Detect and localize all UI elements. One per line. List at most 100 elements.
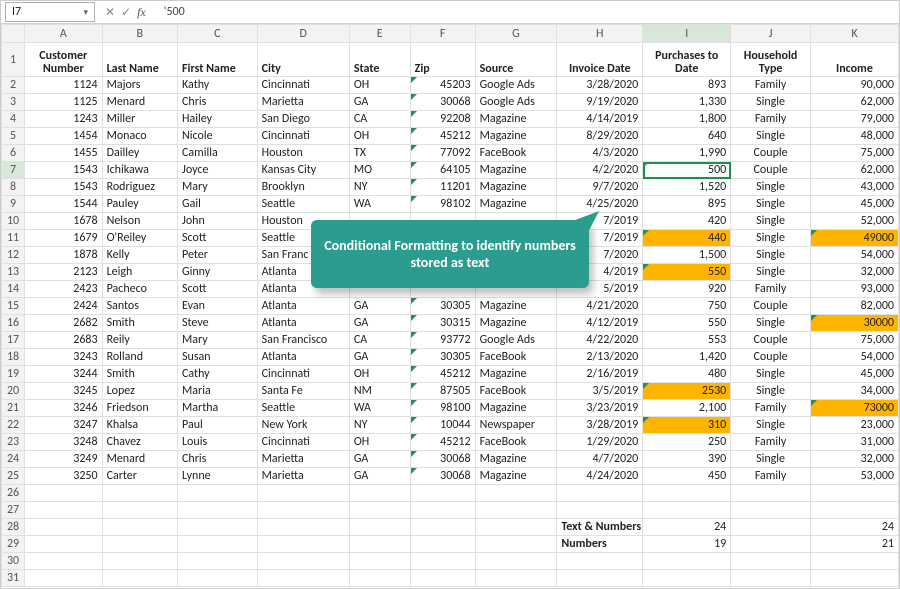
- cell[interactable]: 30068: [410, 451, 475, 468]
- cell[interactable]: [178, 485, 258, 502]
- cell[interactable]: Rodriguez: [102, 179, 177, 196]
- cell[interactable]: Cincinnati: [257, 434, 349, 451]
- row-header[interactable]: 12: [2, 247, 25, 264]
- cell[interactable]: Camilla: [178, 145, 258, 162]
- cell[interactable]: FaceBook: [475, 145, 557, 162]
- cell[interactable]: 31,000: [810, 434, 898, 451]
- cell[interactable]: 23,000: [810, 417, 898, 434]
- cell[interactable]: Dailley: [102, 145, 177, 162]
- cell[interactable]: [810, 553, 898, 570]
- cell[interactable]: Atlanta: [257, 349, 349, 366]
- cell[interactable]: Monaco: [102, 128, 177, 145]
- row-header[interactable]: 25: [2, 468, 25, 485]
- cell[interactable]: [349, 519, 410, 536]
- cell[interactable]: State: [349, 43, 410, 77]
- chevron-down-icon[interactable]: ▾: [83, 7, 88, 18]
- row-header[interactable]: 26: [2, 485, 25, 502]
- cell[interactable]: [557, 485, 643, 502]
- cell[interactable]: 2,100: [643, 400, 731, 417]
- cell[interactable]: TX: [349, 145, 410, 162]
- cell[interactable]: GA: [349, 349, 410, 366]
- row-header[interactable]: 9: [2, 196, 25, 213]
- cell[interactable]: Household Type: [731, 43, 811, 77]
- row-header[interactable]: 18: [2, 349, 25, 366]
- col-header[interactable]: F: [410, 25, 475, 43]
- cell[interactable]: New York: [257, 417, 349, 434]
- cell[interactable]: Last Name: [102, 43, 177, 77]
- cell[interactable]: 2/13/2020: [557, 349, 643, 366]
- cell[interactable]: 48,000: [810, 128, 898, 145]
- cell[interactable]: Marietta: [257, 94, 349, 111]
- cell[interactable]: Kathy: [178, 77, 258, 94]
- cell[interactable]: GA: [349, 451, 410, 468]
- cell[interactable]: Seattle: [257, 196, 349, 213]
- cell[interactable]: Family: [731, 468, 811, 485]
- cell[interactable]: Cincinnati: [257, 77, 349, 94]
- cell[interactable]: 10044: [410, 417, 475, 434]
- fx-icon[interactable]: fx: [137, 5, 152, 20]
- cell[interactable]: 98100: [410, 400, 475, 417]
- cell[interactable]: Magazine: [475, 111, 557, 128]
- row-header[interactable]: 6: [2, 145, 25, 162]
- cell[interactable]: Ichikawa: [102, 162, 177, 179]
- cell[interactable]: Invoice Date: [557, 43, 643, 77]
- cell[interactable]: [557, 570, 643, 587]
- cell[interactable]: 87505: [410, 383, 475, 400]
- row-header[interactable]: 19: [2, 366, 25, 383]
- cell[interactable]: 640: [643, 128, 731, 145]
- cell[interactable]: 2683: [25, 332, 103, 349]
- formula-input[interactable]: '500: [158, 5, 899, 19]
- cell[interactable]: 30305: [410, 349, 475, 366]
- col-header[interactable]: H: [557, 25, 643, 43]
- cell[interactable]: Income: [810, 43, 898, 77]
- cell[interactable]: Single: [731, 451, 811, 468]
- cell[interactable]: 98102: [410, 196, 475, 213]
- cell[interactable]: Nelson: [102, 213, 177, 230]
- cell[interactable]: Gail: [178, 196, 258, 213]
- cell[interactable]: Atlanta: [257, 298, 349, 315]
- col-header[interactable]: E: [349, 25, 410, 43]
- cell[interactable]: [178, 536, 258, 553]
- cell[interactable]: OH: [349, 128, 410, 145]
- cell[interactable]: [257, 536, 349, 553]
- cell[interactable]: NM: [349, 383, 410, 400]
- cell[interactable]: 550: [643, 264, 731, 281]
- cell[interactable]: 1,420: [643, 349, 731, 366]
- cell[interactable]: Evan: [178, 298, 258, 315]
- cell[interactable]: 920: [643, 281, 731, 298]
- cell[interactable]: Chavez: [102, 434, 177, 451]
- row-header[interactable]: 3: [2, 94, 25, 111]
- cell[interactable]: 4/12/2019: [557, 315, 643, 332]
- cell[interactable]: 30315: [410, 315, 475, 332]
- cell[interactable]: Magazine: [475, 366, 557, 383]
- cell[interactable]: 54,000: [810, 247, 898, 264]
- row-header[interactable]: 27: [2, 502, 25, 519]
- cell[interactable]: OH: [349, 366, 410, 383]
- cell[interactable]: [475, 502, 557, 519]
- cell[interactable]: 2423: [25, 281, 103, 298]
- cell[interactable]: Chris: [178, 451, 258, 468]
- cell[interactable]: Steve: [178, 315, 258, 332]
- cell[interactable]: 90,000: [810, 77, 898, 94]
- cell[interactable]: Menard: [102, 94, 177, 111]
- cell[interactable]: [178, 519, 258, 536]
- row-header[interactable]: 28: [2, 519, 25, 536]
- cell[interactable]: San Francisco: [257, 332, 349, 349]
- cell[interactable]: 75,000: [810, 145, 898, 162]
- cell[interactable]: 77092: [410, 145, 475, 162]
- cell[interactable]: Magazine: [475, 196, 557, 213]
- cell[interactable]: Mary: [178, 179, 258, 196]
- cell[interactable]: [810, 570, 898, 587]
- cell[interactable]: 24: [810, 519, 898, 536]
- cell[interactable]: [102, 519, 177, 536]
- cell[interactable]: Leigh: [102, 264, 177, 281]
- cell[interactable]: Numbers: [557, 536, 643, 553]
- cell[interactable]: Single: [731, 230, 811, 247]
- cell[interactable]: 2123: [25, 264, 103, 281]
- cell[interactable]: 550: [643, 315, 731, 332]
- cell[interactable]: Ginny: [178, 264, 258, 281]
- cell[interactable]: Purchases to Date: [643, 43, 731, 77]
- cell[interactable]: 93772: [410, 332, 475, 349]
- cell[interactable]: 21: [810, 536, 898, 553]
- cell[interactable]: Seattle: [257, 400, 349, 417]
